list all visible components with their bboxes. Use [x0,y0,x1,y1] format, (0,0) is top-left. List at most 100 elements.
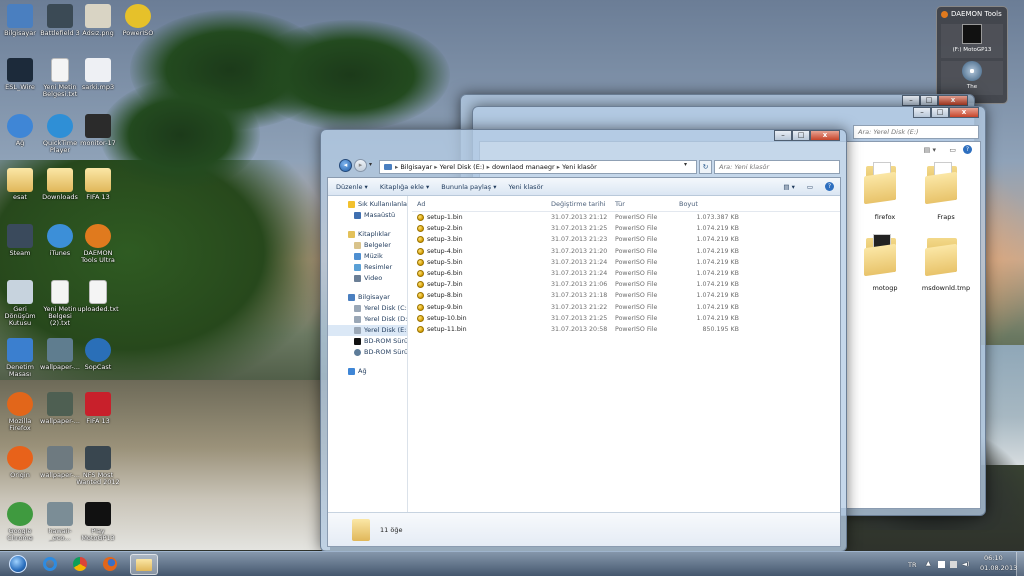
taskbar-firefox[interactable] [96,554,124,575]
show-desktop-button[interactable] [1016,552,1024,576]
file-name-cell[interactable]: setup-3.bin [412,236,551,244]
nav-favorites[interactable]: Sık Kullanılanlar [328,199,407,210]
close-button[interactable]: x [810,130,840,141]
forward-button[interactable]: ▸ [354,159,367,172]
file-name-cell[interactable]: setup-9.bin [412,303,551,311]
close-button[interactable]: x [938,95,968,106]
desktop-icon[interactable]: Adsız.png [76,4,120,37]
taskbar-chrome[interactable] [66,554,94,575]
back-button[interactable]: ◂ [339,159,352,172]
file-row[interactable]: setup-8.bin 31.07.2013 21:18 PowerISO File… [412,290,840,301]
column-header-date[interactable]: Değiştirme tarihi [551,200,615,208]
address-bar[interactable]: ▸ Bilgisayar ▸ Yerel Disk (E:) ▸ downlao… [379,160,697,174]
file-row[interactable]: setup-2.bin 31.07.2013 21:25 PowerISO File… [412,223,840,234]
preview-pane-icon[interactable]: ▭ [949,146,956,154]
refresh-button[interactable]: ↻ [699,160,712,174]
file-row[interactable]: setup-3.bin 31.07.2013 21:23 PowerISO File… [412,234,840,245]
tray-network-icon[interactable] [950,561,957,568]
column-header-size[interactable]: Boyut [679,200,739,208]
file-row[interactable]: setup-5.bin 31.07.2013 21:24 PowerISO File… [412,257,840,268]
desktop-icon[interactable]: SopCast [76,338,120,371]
help-icon[interactable]: ? [963,145,972,154]
file-name-cell[interactable]: setup-7.bin [412,281,551,289]
file-row[interactable]: setup-10.bin 31.07.2013 21:25 PowerISO Fil… [412,313,840,324]
address-dropdown-button[interactable]: ▾ [684,161,687,168]
file-name-cell[interactable]: setup-6.bin [412,270,551,278]
nav-bdrom-1[interactable]: BD-ROM Sürü [328,336,407,347]
desktop-icon[interactable]: Mozilla Firefox [0,392,42,432]
explorer-window-active[interactable]: – □ x ◂ ▸ ▾ ▸ Bilgisayar ▸ Yerel Disk (E… [320,129,847,552]
taskbar-explorer[interactable] [130,554,158,575]
breadcrumb-item[interactable]: Yeni klasör [562,163,597,171]
nav-network[interactable]: Ağ [328,366,407,377]
maximize-button[interactable]: □ [792,130,810,141]
file-row[interactable]: setup-1.bin 31.07.2013 21:12 PowerISO File… [412,212,840,223]
minimize-button[interactable]: – [913,107,931,118]
desktop-icon[interactable]: PowerISO [116,4,160,37]
clock-date[interactable]: 01.08.2013 [980,564,1017,572]
desktop-icon[interactable]: Geri Dönüşüm Kutusu [0,280,42,327]
file-row[interactable]: setup-7.bin 31.07.2013 21:06 PowerISO File… [412,279,840,290]
language-indicator[interactable]: TR [908,561,917,569]
organize-button[interactable]: Düzenle ▾ [336,183,368,191]
nav-pictures[interactable]: Resimler [328,262,407,273]
desktop-icon[interactable]: uploaded.txt [76,280,120,313]
nav-bdrom-2[interactable]: BD-ROM Sürü [328,347,407,358]
tray-show-hidden-icon[interactable]: ▲ [926,560,931,567]
file-name-cell[interactable]: setup-5.bin [412,258,551,266]
desktop-icon[interactable]: NFS Most Wanted 2012 [76,446,120,486]
desktop-icon[interactable]: FIFA 13 [76,168,120,201]
breadcrumb-item[interactable]: Yerel Disk (E:) [440,163,485,171]
desktop-icon[interactable]: esat [0,168,42,201]
maximize-button[interactable]: □ [920,95,938,106]
desktop-icon[interactable]: Denetim Masası [0,338,42,378]
desktop-icon[interactable]: ESL_Wire [0,58,42,91]
include-in-library-button[interactable]: Kitaplığa ekle ▾ [380,183,429,191]
view-options-icon[interactable]: ▤ ▾ [783,183,794,191]
desktop-icon[interactable]: Origin [0,446,42,479]
breadcrumb-item[interactable]: downlaod manaegr [492,163,555,171]
daemon-tools-gadget[interactable]: DAEMON Tools (F:) MotoGP13 The [936,6,1008,104]
minimize-button[interactable]: – [774,130,792,141]
nav-video[interactable]: Video [328,273,407,284]
search-input[interactable]: Ara: Yerel Disk (E:) [853,125,979,139]
folder-icon[interactable] [864,162,898,205]
folder-label[interactable]: firefox [855,213,915,221]
desktop-icon[interactable]: Bilgisayar [0,4,42,37]
file-row[interactable]: setup-9.bin 31.07.2013 21:22 PowerISO File… [412,302,840,313]
desktop-icon[interactable]: monitor-17 [76,114,120,147]
preview-pane-icon[interactable]: ▭ [807,183,813,191]
desktop-icon[interactable]: FIFA 13 [76,392,120,425]
nav-music[interactable]: Müzik [328,251,407,262]
desktop-icon[interactable]: Ağ [0,114,42,147]
breadcrumb-item[interactable]: Bilgisayar [400,163,432,171]
nav-desktop[interactable]: Masaüstü [328,210,407,221]
share-with-button[interactable]: Bununla paylaş ▾ [441,183,496,191]
nav-disk-e[interactable]: Yerel Disk (E:) [328,325,407,336]
folder-icon[interactable] [925,234,959,277]
start-button[interactable] [4,554,32,575]
recent-pages-dropdown[interactable]: ▾ [369,161,372,168]
help-icon[interactable]: ? [825,182,834,191]
minimize-button[interactable]: – [902,95,920,106]
file-row[interactable]: setup-4.bin 31.07.2013 21:20 PowerISO File… [412,246,840,257]
maximize-button[interactable]: □ [931,107,949,118]
folder-label[interactable]: Fraps [916,213,976,221]
file-name-cell[interactable]: setup-1.bin [412,214,551,222]
file-row[interactable]: setup-11.bin 31.07.2013 20:58 PowerISO Fil… [412,324,840,335]
desktop-icon[interactable]: Google Chrome [0,502,42,542]
gadget-drive-2[interactable]: The [941,61,1003,95]
nav-disk-c[interactable]: Yerel Disk (C:) [328,303,407,314]
folder-icon[interactable] [925,162,959,205]
folder-label[interactable]: msdownld.tmp [916,284,976,292]
file-name-cell[interactable]: setup-10.bin [412,314,551,322]
close-button[interactable]: x [949,107,979,118]
nav-documents[interactable]: Belgeler [328,240,407,251]
file-name-cell[interactable]: setup-4.bin [412,247,551,255]
file-row[interactable]: setup-6.bin 31.07.2013 21:24 PowerISO File… [412,268,840,279]
column-header-name[interactable]: Ad [412,200,551,208]
view-options-icon[interactable]: ▤ ▾ [924,146,936,154]
column-header-type[interactable]: Tür [615,200,679,208]
desktop-icon[interactable]: Steam [0,224,42,257]
new-folder-button[interactable]: Yeni klasör [509,183,544,191]
